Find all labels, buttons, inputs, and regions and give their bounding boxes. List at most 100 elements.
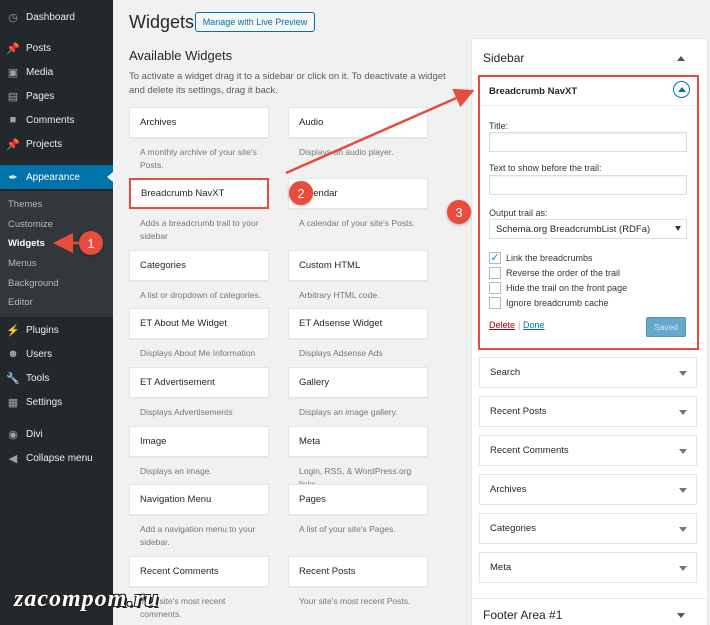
menu-item-media[interactable]: ▣ Media (0, 60, 113, 84)
menu-item-label: Projects (26, 138, 63, 150)
footer-area-title: Footer Area #1 (483, 608, 563, 622)
output-trail-value: Schema.org BreadcrumbList (RDFa) (496, 223, 651, 235)
menu-item-users[interactable]: ☻ Users (0, 342, 113, 366)
before-trail-input[interactable] (489, 175, 687, 195)
menu-item-dashboard[interactable]: ◷ Dashboard (0, 5, 113, 29)
menu-item-tools[interactable]: 🔧 Tools (0, 366, 113, 390)
pages-icon: ▤ (7, 90, 19, 103)
widget-breadcrumb-navxt[interactable]: Breadcrumb NavXT (129, 178, 269, 209)
media-icon: ▣ (7, 66, 19, 79)
live-preview-button[interactable]: Manage with Live Preview (195, 12, 315, 32)
chevron-down-icon (679, 449, 687, 454)
menu-item-label: Tools (26, 372, 50, 384)
widget-description: A monthly archive of your site's Posts. (140, 147, 257, 170)
reverse-order-checkbox[interactable] (489, 267, 501, 279)
widget-recent-comments[interactable]: Recent Comments (129, 556, 269, 587)
widget-description: A calendar of your site's Posts. (299, 218, 415, 228)
sidebar-title[interactable]: Sidebar (483, 51, 524, 65)
pushpin-icon: 📌 (6, 138, 20, 151)
widget-archives[interactable]: Archives (129, 107, 269, 138)
widget-title: Recent Posts (490, 406, 547, 417)
widget-pages[interactable]: Pages (288, 484, 428, 515)
submenu-editor[interactable]: Editor (8, 297, 33, 308)
annotation-badge-3: 3 (447, 200, 471, 224)
menu-item-label: Settings (26, 396, 63, 408)
available-widgets-description: To activate a widget drag it to a sideba… (129, 71, 446, 96)
chevron-down-icon (679, 371, 687, 376)
output-trail-label: Output trail as: (489, 208, 548, 218)
menu-item-comments[interactable]: ■ Comments (0, 108, 113, 132)
widget-recent-posts[interactable]: Recent Posts (288, 556, 428, 587)
widget-audio[interactable]: Audio (288, 107, 428, 138)
saved-button[interactable]: Saved (646, 317, 686, 337)
collapse-icon: ◀ (8, 452, 18, 465)
menu-item-divi[interactable]: ◉ Divi (0, 422, 113, 446)
done-link[interactable]: Done (523, 320, 545, 330)
chevron-down-icon (679, 566, 687, 571)
chevron-down-icon (679, 527, 687, 532)
sidebar-widget-search[interactable]: Search (479, 357, 697, 388)
widget-description: Your site's most recent Posts. (299, 596, 411, 606)
menu-item-pages[interactable]: ▤ Pages (0, 84, 113, 108)
menu-item-label: Posts (26, 42, 52, 54)
widget-meta[interactable]: Meta (288, 426, 428, 457)
menu-item-label: Divi (26, 428, 43, 440)
settings-icon: ▦ (7, 396, 19, 409)
pushpin-icon: 📌 (6, 42, 20, 55)
widget-description: Displays an image gallery. (299, 407, 398, 417)
menu-item-label: Pages (26, 90, 55, 102)
widget-description: Displays an image. (140, 466, 212, 476)
menu-item-collapse[interactable]: ◀ Collapse menu (0, 446, 113, 470)
sidebar-widget-recent-comments[interactable]: Recent Comments (479, 435, 697, 466)
widget-description: A list of your site's Pages. (299, 524, 396, 534)
widget-et-about-me[interactable]: ET About Me Widget (129, 308, 269, 339)
menu-item-settings[interactable]: ▦ Settings (0, 390, 113, 414)
link-separator: | (518, 320, 521, 330)
wrench-icon: 🔧 (6, 372, 20, 385)
widget-title: Categories (490, 523, 536, 534)
widget-categories[interactable]: Categories (129, 250, 269, 281)
widget-title: Search (490, 367, 521, 378)
output-trail-select[interactable]: Schema.org BreadcrumbList (RDFa) (489, 219, 687, 239)
comment-icon: ■ (9, 114, 17, 126)
plugin-icon: ⚡ (6, 324, 20, 337)
brush-icon: ✒ (8, 171, 18, 184)
widget-custom-html[interactable]: Custom HTML (288, 250, 428, 281)
hide-front-page-checkbox[interactable] (489, 282, 501, 294)
widget-gallery[interactable]: Gallery (288, 367, 428, 398)
delete-link[interactable]: Delete (489, 320, 515, 330)
collapse-arrow-icon[interactable] (677, 56, 685, 61)
chevron-down-icon (679, 410, 687, 415)
submenu-background[interactable]: Background (8, 278, 59, 289)
sidebar-widget-categories[interactable]: Categories (479, 513, 697, 544)
submenu-themes[interactable]: Themes (8, 199, 42, 210)
widget-description: Displays an audio player. (299, 147, 394, 157)
sidebar-widget-recent-posts[interactable]: Recent Posts (479, 396, 697, 427)
widget-image[interactable]: Image (129, 426, 269, 457)
widget-navigation-menu[interactable]: Navigation Menu (129, 484, 269, 515)
title-input[interactable] (489, 132, 687, 152)
widget-description: Displays Adsense Ads (299, 348, 383, 358)
widget-et-adsense[interactable]: ET Adsense Widget (288, 308, 428, 339)
available-widgets-title: Available Widgets (129, 48, 233, 63)
open-widget-title[interactable]: Breadcrumb NavXT (489, 86, 577, 97)
sidebar-widget-meta[interactable]: Meta (479, 552, 697, 583)
chevron-down-icon[interactable] (677, 613, 685, 618)
widget-description: Displays About Me Information (140, 348, 256, 358)
menu-item-label: Appearance (26, 171, 80, 183)
menu-item-posts[interactable]: 📌 Posts (0, 36, 113, 60)
submenu-customize[interactable]: Customize (8, 219, 53, 230)
widget-et-advertisement[interactable]: ET Advertisement (129, 367, 269, 398)
widget-toggle-button[interactable] (673, 81, 690, 98)
watermark: zacompom.ru (14, 586, 160, 612)
submenu-widgets[interactable]: Widgets (8, 238, 45, 249)
menu-item-plugins[interactable]: ⚡ Plugins (0, 318, 113, 342)
menu-item-projects[interactable]: 📌 Projects (0, 132, 113, 156)
link-breadcrumbs-checkbox[interactable]: ✓ (489, 252, 501, 264)
chevron-down-icon (679, 488, 687, 493)
sidebar-widget-archives[interactable]: Archives (479, 474, 697, 505)
menu-item-label: Plugins (26, 324, 59, 336)
submenu-menus[interactable]: Menus (8, 258, 37, 269)
ignore-cache-checkbox[interactable] (489, 297, 501, 309)
menu-item-appearance[interactable]: ✒ Appearance (0, 165, 113, 189)
